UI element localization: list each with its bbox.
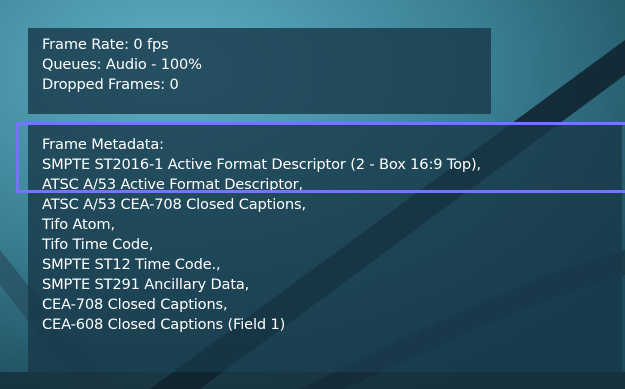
metadata-item: CEA-708 Closed Captions,	[42, 296, 228, 313]
playback-stats-panel: Frame Rate: 0 fps Queues: Audio - 100% D…	[28, 28, 491, 114]
metadata-item: SMPTE ST291 Ancillary Data,	[42, 276, 250, 293]
metadata-item: ATSC A/53 CEA-708 Closed Captions,	[42, 196, 306, 213]
metadata-item: SMPTE ST2016-1 Active Format Descriptor …	[42, 156, 482, 173]
frame-rate-text: Frame Rate: 0 fps	[42, 36, 169, 53]
metadata-item: ATSC A/53 Active Format Descriptor,	[42, 176, 304, 193]
frame-metadata-heading: Frame Metadata:	[42, 136, 164, 153]
metadata-item: Tifo Time Code,	[42, 236, 154, 253]
dropped-frames-text: Dropped Frames: 0	[42, 76, 179, 93]
frame-metadata-panel: Frame Metadata: SMPTE ST2016-1 Active Fo…	[28, 122, 622, 372]
metadata-item: CEA-608 Closed Captions (Field 1)	[42, 316, 286, 333]
queues-text: Queues: Audio - 100%	[42, 56, 202, 73]
metadata-item: Tifo Atom,	[42, 216, 115, 233]
metadata-item: SMPTE ST12 Time Code.,	[42, 256, 221, 273]
